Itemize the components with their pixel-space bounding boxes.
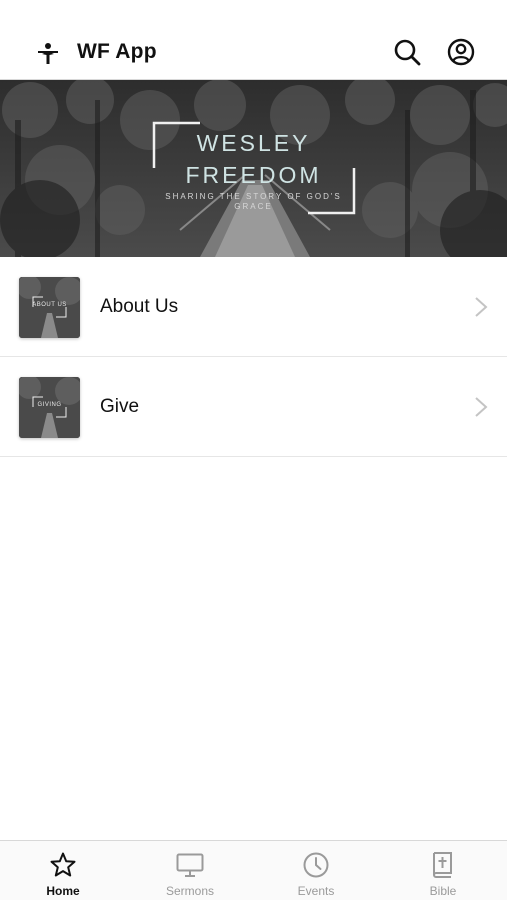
banner-tagline-line2: GRACE bbox=[234, 202, 273, 211]
tab-home[interactable]: Home bbox=[0, 841, 126, 900]
app-header: WF App bbox=[0, 0, 507, 80]
tab-bible[interactable]: Bible bbox=[380, 841, 506, 900]
monitor-icon bbox=[176, 853, 204, 877]
tab-events[interactable]: Events bbox=[253, 841, 379, 900]
list-item-label: About Us bbox=[100, 296, 179, 317]
tab-sermons[interactable]: Sermons bbox=[127, 841, 253, 900]
bottom-tab-bar: Home Sermons Events Bible bbox=[0, 840, 507, 900]
banner-tagline-line1: SHARING THE STORY OF GOD'S bbox=[165, 192, 342, 201]
hero-banner: WESLEY FREEDOM SHARING THE STORY OF GOD'… bbox=[0, 80, 507, 257]
about-us-thumb-text: ABOUT US bbox=[32, 302, 67, 308]
list-item-about-us[interactable]: ABOUT US About Us bbox=[0, 257, 507, 357]
tab-label: Events bbox=[297, 884, 335, 898]
chevron-right-icon bbox=[475, 397, 488, 417]
app-title: WF App bbox=[77, 40, 157, 63]
cross-person-icon[interactable] bbox=[36, 41, 60, 65]
menu-list: ABOUT US About Us GIVING Give bbox=[0, 257, 507, 457]
clock-icon bbox=[303, 852, 329, 878]
tab-label: Sermons bbox=[165, 884, 215, 898]
search-icon[interactable] bbox=[392, 37, 422, 67]
star-icon bbox=[50, 852, 76, 877]
list-item-label: Give bbox=[100, 396, 140, 417]
give-thumb-text: GIVING bbox=[37, 402, 62, 408]
about-us-thumbnail: ABOUT US bbox=[19, 277, 80, 338]
bible-icon bbox=[432, 852, 452, 878]
tab-label: Bible bbox=[429, 884, 457, 898]
account-icon[interactable] bbox=[446, 37, 476, 67]
tab-label: Home bbox=[46, 884, 80, 898]
give-thumbnail: GIVING bbox=[19, 377, 80, 438]
chevron-right-icon bbox=[475, 297, 488, 317]
banner-title-line2: FREEDOM bbox=[185, 162, 322, 188]
list-item-give[interactable]: GIVING Give bbox=[0, 357, 507, 457]
banner-title-line1: WESLEY bbox=[196, 130, 311, 156]
